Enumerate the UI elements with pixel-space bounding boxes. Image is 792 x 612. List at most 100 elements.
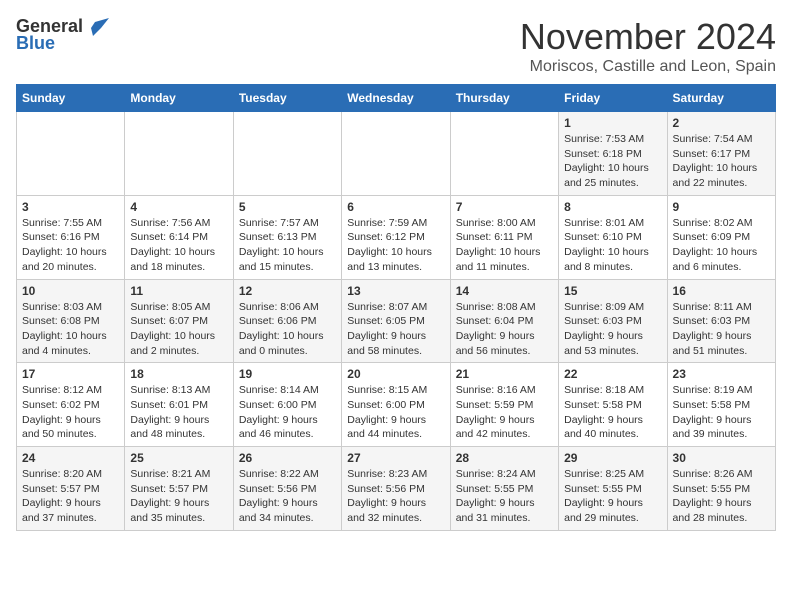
col-header-monday: Monday [125, 85, 233, 112]
day-number: 10 [22, 284, 119, 298]
day-number: 30 [673, 451, 770, 465]
day-info: Sunrise: 7:54 AM Sunset: 6:17 PM Dayligh… [673, 132, 770, 191]
day-info: Sunrise: 8:13 AM Sunset: 6:01 PM Dayligh… [130, 383, 227, 442]
day-info: Sunrise: 8:14 AM Sunset: 6:00 PM Dayligh… [239, 383, 336, 442]
day-number: 27 [347, 451, 444, 465]
day-info: Sunrise: 8:02 AM Sunset: 6:09 PM Dayligh… [673, 216, 770, 275]
day-number: 29 [564, 451, 661, 465]
day-info: Sunrise: 8:00 AM Sunset: 6:11 PM Dayligh… [456, 216, 553, 275]
day-number: 2 [673, 116, 770, 130]
day-info: Sunrise: 8:23 AM Sunset: 5:56 PM Dayligh… [347, 467, 444, 526]
calendar-cell-w5-d4: 27 Sunrise: 8:23 AM Sunset: 5:56 PM Dayli… [342, 447, 450, 531]
title-area: November 2024 Moriscos, Castille and Leo… [520, 16, 776, 76]
calendar-cell-w4-d7: 23Sunrise: 8:19 AM Sunset: 5:58 PM Dayli… [667, 363, 775, 447]
calendar-cell-w5-d1: 24Sunrise: 8:20 AM Sunset: 5:57 PM Dayli… [17, 447, 125, 531]
col-header-tuesday: Tuesday [233, 85, 341, 112]
calendar-cell-w1-d5 [450, 112, 558, 196]
day-number: 22 [564, 367, 661, 381]
day-number: 16 [673, 284, 770, 298]
calendar-cell-w3-d5: 14Sunrise: 8:08 AM Sunset: 6:04 PM Dayli… [450, 279, 558, 363]
day-info: Sunrise: 7:56 AM Sunset: 6:14 PM Dayligh… [130, 216, 227, 275]
calendar-cell-w4-d2: 18 Sunrise: 8:13 AM Sunset: 6:01 PM Dayli… [125, 363, 233, 447]
day-number: 21 [456, 367, 553, 381]
calendar-cell-w2-d2: 4 Sunrise: 7:56 AM Sunset: 6:14 PM Daylig… [125, 195, 233, 279]
col-header-wednesday: Wednesday [342, 85, 450, 112]
calendar-cell-w3-d4: 13 Sunrise: 8:07 AM Sunset: 6:05 PM Dayli… [342, 279, 450, 363]
day-number: 12 [239, 284, 336, 298]
calendar-header-row: Sunday Monday Tuesday Wednesday Thursday… [17, 85, 776, 112]
day-number: 25 [130, 451, 227, 465]
calendar-cell-w3-d2: 11Sunrise: 8:05 AM Sunset: 6:07 PM Dayli… [125, 279, 233, 363]
day-info: Sunrise: 8:25 AM Sunset: 5:55 PM Dayligh… [564, 467, 661, 526]
week-row-1: 1 Sunrise: 7:53 AM Sunset: 6:18 PM Daylig… [17, 112, 776, 196]
calendar-cell-w4-d6: 22Sunrise: 8:18 AM Sunset: 5:58 PM Dayli… [559, 363, 667, 447]
calendar-table: Sunday Monday Tuesday Wednesday Thursday… [16, 84, 776, 531]
week-row-5: 24Sunrise: 8:20 AM Sunset: 5:57 PM Dayli… [17, 447, 776, 531]
day-info: Sunrise: 8:01 AM Sunset: 6:10 PM Dayligh… [564, 216, 661, 275]
logo-blue-text: Blue [16, 33, 55, 54]
calendar-cell-w2-d4: 6 Sunrise: 7:59 AM Sunset: 6:12 PM Daylig… [342, 195, 450, 279]
day-number: 20 [347, 367, 444, 381]
day-info: Sunrise: 8:19 AM Sunset: 5:58 PM Dayligh… [673, 383, 770, 442]
col-header-sunday: Sunday [17, 85, 125, 112]
week-row-3: 10 Sunrise: 8:03 AM Sunset: 6:08 PM Dayli… [17, 279, 776, 363]
day-info: Sunrise: 8:12 AM Sunset: 6:02 PM Dayligh… [22, 383, 119, 442]
col-header-thursday: Thursday [450, 85, 558, 112]
month-title: November 2024 [520, 16, 776, 58]
calendar-cell-w1-d7: 2 Sunrise: 7:54 AM Sunset: 6:17 PM Daylig… [667, 112, 775, 196]
day-number: 17 [22, 367, 119, 381]
day-info: Sunrise: 7:53 AM Sunset: 6:18 PM Dayligh… [564, 132, 661, 191]
calendar-cell-w2-d7: 9 Sunrise: 8:02 AM Sunset: 6:09 PM Daylig… [667, 195, 775, 279]
calendar-cell-w4-d5: 21Sunrise: 8:16 AM Sunset: 5:59 PM Dayli… [450, 363, 558, 447]
day-number: 7 [456, 200, 553, 214]
day-info: Sunrise: 8:22 AM Sunset: 5:56 PM Dayligh… [239, 467, 336, 526]
calendar-cell-w5-d6: 29 Sunrise: 8:25 AM Sunset: 5:55 PM Dayli… [559, 447, 667, 531]
calendar-cell-w2-d6: 8 Sunrise: 8:01 AM Sunset: 6:10 PM Daylig… [559, 195, 667, 279]
col-header-saturday: Saturday [667, 85, 775, 112]
logo: General Blue [16, 16, 109, 54]
day-info: Sunrise: 8:24 AM Sunset: 5:55 PM Dayligh… [456, 467, 553, 526]
calendar-cell-w2-d3: 5 Sunrise: 7:57 AM Sunset: 6:13 PM Daylig… [233, 195, 341, 279]
logo-bird-icon [87, 18, 109, 36]
day-info: Sunrise: 7:55 AM Sunset: 6:16 PM Dayligh… [22, 216, 119, 275]
calendar-cell-w3-d1: 10 Sunrise: 8:03 AM Sunset: 6:08 PM Dayli… [17, 279, 125, 363]
day-number: 4 [130, 200, 227, 214]
day-number: 5 [239, 200, 336, 214]
day-info: Sunrise: 8:05 AM Sunset: 6:07 PM Dayligh… [130, 300, 227, 359]
calendar-cell-w4-d1: 17 Sunrise: 8:12 AM Sunset: 6:02 PM Dayli… [17, 363, 125, 447]
day-number: 6 [347, 200, 444, 214]
calendar-cell-w5-d5: 28 Sunrise: 8:24 AM Sunset: 5:55 PM Dayli… [450, 447, 558, 531]
day-number: 24 [22, 451, 119, 465]
day-info: Sunrise: 8:03 AM Sunset: 6:08 PM Dayligh… [22, 300, 119, 359]
calendar-cell-w5-d2: 25Sunrise: 8:21 AM Sunset: 5:57 PM Dayli… [125, 447, 233, 531]
page-header: General Blue November 2024 Moriscos, Cas… [16, 16, 776, 76]
day-number: 18 [130, 367, 227, 381]
day-info: Sunrise: 8:15 AM Sunset: 6:00 PM Dayligh… [347, 383, 444, 442]
day-info: Sunrise: 8:08 AM Sunset: 6:04 PM Dayligh… [456, 300, 553, 359]
col-header-friday: Friday [559, 85, 667, 112]
calendar-cell-w1-d4 [342, 112, 450, 196]
calendar-cell-w3-d6: 15 Sunrise: 8:09 AM Sunset: 6:03 PM Dayli… [559, 279, 667, 363]
calendar-cell-w3-d3: 12 Sunrise: 8:06 AM Sunset: 6:06 PM Dayli… [233, 279, 341, 363]
calendar-cell-w5-d3: 26Sunrise: 8:22 AM Sunset: 5:56 PM Dayli… [233, 447, 341, 531]
calendar-cell-w1-d6: 1 Sunrise: 7:53 AM Sunset: 6:18 PM Daylig… [559, 112, 667, 196]
day-number: 9 [673, 200, 770, 214]
day-number: 1 [564, 116, 661, 130]
week-row-2: 3 Sunrise: 7:55 AM Sunset: 6:16 PM Daylig… [17, 195, 776, 279]
day-number: 13 [347, 284, 444, 298]
day-number: 15 [564, 284, 661, 298]
day-info: Sunrise: 7:57 AM Sunset: 6:13 PM Dayligh… [239, 216, 336, 275]
day-info: Sunrise: 8:06 AM Sunset: 6:06 PM Dayligh… [239, 300, 336, 359]
calendar-cell-w1-d2 [125, 112, 233, 196]
day-info: Sunrise: 7:59 AM Sunset: 6:12 PM Dayligh… [347, 216, 444, 275]
calendar-cell-w4-d4: 20 Sunrise: 8:15 AM Sunset: 6:00 PM Dayli… [342, 363, 450, 447]
day-info: Sunrise: 8:09 AM Sunset: 6:03 PM Dayligh… [564, 300, 661, 359]
day-info: Sunrise: 8:07 AM Sunset: 6:05 PM Dayligh… [347, 300, 444, 359]
calendar-cell-w3-d7: 16Sunrise: 8:11 AM Sunset: 6:03 PM Dayli… [667, 279, 775, 363]
calendar-cell-w2-d5: 7 Sunrise: 8:00 AM Sunset: 6:11 PM Daylig… [450, 195, 558, 279]
day-number: 3 [22, 200, 119, 214]
day-number: 8 [564, 200, 661, 214]
calendar-cell-w4-d3: 19Sunrise: 8:14 AM Sunset: 6:00 PM Dayli… [233, 363, 341, 447]
location-subtitle: Moriscos, Castille and Leon, Spain [520, 58, 776, 76]
day-number: 28 [456, 451, 553, 465]
